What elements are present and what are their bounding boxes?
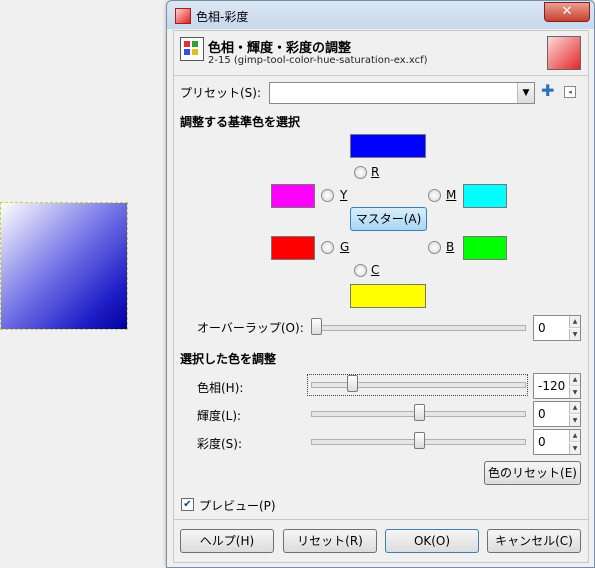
swatch-y <box>271 184 315 208</box>
adjust-selected-title: 選択した色を調整 <box>180 352 277 366</box>
preview-checkbox[interactable]: ✔ <box>181 498 194 511</box>
dialog-heading: 色相・輝度・彩度の調整 <box>208 41 352 56</box>
saturation-value: 0 <box>538 435 546 449</box>
hue-spinbox[interactable]: -120 ▲ ▼ <box>533 373 581 399</box>
radio-y[interactable] <box>321 189 334 202</box>
saturation-slider-thumb[interactable] <box>414 432 425 449</box>
swatch-m <box>463 184 507 208</box>
ok-button[interactable]: OK(O) <box>385 529 479 553</box>
cancel-button[interactable]: キャンセル(C) <box>487 529 581 553</box>
overlap-spinbox[interactable]: 0 ▲ ▼ <box>533 315 581 341</box>
hue-saturation-tool-icon <box>180 37 204 61</box>
preset-combo[interactable]: ▼ <box>269 82 535 104</box>
reset-color-button[interactable]: 色のリセット(E) <box>484 461 581 485</box>
radio-b[interactable] <box>428 241 441 254</box>
lightness-value: 0 <box>538 407 546 421</box>
spin-down-icon[interactable]: ▼ <box>569 387 580 398</box>
radio-g-label: G <box>340 240 350 254</box>
lightness-spinbox[interactable]: 0 ▲ ▼ <box>533 401 581 427</box>
app-icon <box>175 8 191 24</box>
swatch-c <box>350 284 426 308</box>
radio-r-label: R <box>371 165 380 179</box>
swatch-b <box>463 236 507 260</box>
radio-y-label: Y <box>340 188 348 202</box>
overlap-slider[interactable] <box>311 325 526 331</box>
spin-up-icon[interactable]: ▲ <box>569 430 580 442</box>
hue-slider-thumb[interactable] <box>347 375 358 392</box>
overlap-label: オーバーラップ(O): <box>197 321 304 335</box>
radio-g[interactable] <box>321 241 334 254</box>
image-name: 2-15 (gimp-tool-color-hue-saturation-ex.… <box>208 55 428 66</box>
spin-down-icon[interactable]: ▼ <box>569 329 580 340</box>
buttons-divider <box>174 519 588 520</box>
chevron-down-icon[interactable]: ▼ <box>517 83 534 103</box>
dialog-content: 色相・輝度・彩度の調整 2-15 (gimp-tool-color-hue-sa… <box>173 30 589 563</box>
lightness-slider-thumb[interactable] <box>414 404 425 421</box>
hue-saturation-dialog: 色相-彩度 ✕ 色相・輝度・彩度の調整 2-15 (gimp-tool-colo… <box>166 0 595 568</box>
radio-r[interactable] <box>354 166 367 179</box>
hue-label: 色相(H): <box>197 381 244 395</box>
image-layer-preview <box>0 202 128 330</box>
swatch-g <box>271 236 315 260</box>
preset-label: プリセット(S): <box>180 86 262 100</box>
swatch-r <box>350 134 426 158</box>
radio-c-label: C <box>371 263 380 277</box>
hue-value: -120 <box>538 379 566 393</box>
spin-up-icon[interactable]: ▲ <box>569 316 580 328</box>
overlap-slider-thumb[interactable] <box>311 318 322 335</box>
radio-m[interactable] <box>428 189 441 202</box>
spin-up-icon[interactable]: ▲ <box>569 402 580 414</box>
header-divider <box>174 75 588 76</box>
preview-label: プレビュー(P) <box>199 499 276 513</box>
radio-m-label: M <box>446 188 457 202</box>
radio-c[interactable] <box>354 264 367 277</box>
image-canvas <box>0 0 170 568</box>
spin-down-icon[interactable]: ▼ <box>569 443 580 454</box>
spin-up-icon[interactable]: ▲ <box>569 374 580 386</box>
saturation-label: 彩度(S): <box>197 437 243 451</box>
window-title: 色相-彩度 <box>196 10 249 24</box>
master-button[interactable]: マスター(A) <box>350 207 427 231</box>
preset-menu-icon[interactable]: ◂ <box>564 86 576 98</box>
overlap-value: 0 <box>538 321 546 335</box>
hue-slider[interactable] <box>311 382 526 388</box>
spin-down-icon[interactable]: ▼ <box>569 415 580 426</box>
layer-preview-thumbnail <box>547 36 581 70</box>
lightness-label: 輝度(L): <box>197 409 242 423</box>
reset-button[interactable]: リセット(R) <box>283 529 377 553</box>
close-button[interactable]: ✕ <box>544 2 590 22</box>
select-color-title: 調整する基準色を選択 <box>180 115 301 129</box>
help-button[interactable]: ヘルプ(H) <box>180 529 274 553</box>
radio-b-label: B <box>446 240 455 254</box>
add-preset-icon[interactable]: ✚ <box>541 81 554 100</box>
title-bar: 色相-彩度 ✕ <box>167 1 594 29</box>
saturation-spinbox[interactable]: 0 ▲ ▼ <box>533 429 581 455</box>
